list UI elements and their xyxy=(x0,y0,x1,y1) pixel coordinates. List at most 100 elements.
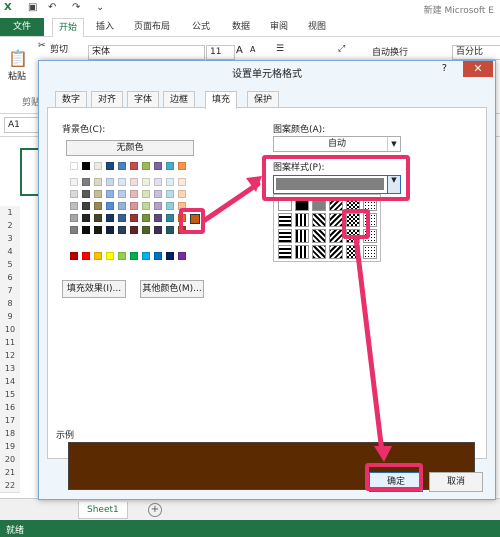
color-swatch[interactable] xyxy=(154,214,162,222)
align-top-icon[interactable]: ☰ xyxy=(276,44,284,54)
color-swatch[interactable] xyxy=(118,214,126,222)
help-icon[interactable]: ? xyxy=(442,63,447,74)
color-swatch[interactable] xyxy=(154,162,162,170)
color-swatch[interactable] xyxy=(130,178,138,186)
color-swatch[interactable] xyxy=(130,214,138,222)
color-swatch[interactable] xyxy=(70,178,78,186)
tab-border[interactable]: 边框 xyxy=(163,91,196,108)
row-number[interactable]: 11 xyxy=(0,336,20,350)
color-swatch[interactable] xyxy=(142,162,150,170)
pattern-swatch[interactable] xyxy=(329,229,343,243)
tab-view[interactable]: 视图 xyxy=(308,18,326,36)
cut-icon[interactable]: ✂ xyxy=(38,41,46,51)
color-swatch[interactable] xyxy=(70,162,78,170)
orientation-icon[interactable]: ⤢ xyxy=(338,44,345,54)
decrease-font-icon[interactable]: A xyxy=(250,45,255,54)
pattern-swatch[interactable] xyxy=(312,245,326,259)
row-number[interactable]: 17 xyxy=(0,414,20,428)
pattern-swatch[interactable] xyxy=(295,245,309,259)
standard-color-swatch[interactable] xyxy=(70,252,78,260)
row-number[interactable]: 14 xyxy=(0,375,20,389)
increase-font-icon[interactable]: A xyxy=(236,45,243,56)
row-number[interactable]: 1 xyxy=(0,206,20,220)
color-swatch[interactable] xyxy=(82,178,90,186)
color-swatch[interactable] xyxy=(130,202,138,210)
color-swatch[interactable] xyxy=(154,202,162,210)
no-color-button[interactable]: 无颜色 xyxy=(66,140,194,156)
color-swatch[interactable] xyxy=(130,190,138,198)
color-swatch[interactable] xyxy=(118,190,126,198)
color-swatch[interactable] xyxy=(106,190,114,198)
color-swatch[interactable] xyxy=(94,190,102,198)
tab-formulas[interactable]: 公式 xyxy=(192,18,210,36)
color-swatch[interactable] xyxy=(118,226,126,234)
tab-insert[interactable]: 插入 xyxy=(96,18,114,36)
row-number[interactable]: 18 xyxy=(0,427,20,441)
standard-color-swatch[interactable] xyxy=(142,252,150,260)
tab-fill[interactable]: 填充 xyxy=(205,91,238,109)
paste-label[interactable]: 粘贴 xyxy=(8,69,26,82)
tab-data[interactable]: 数据 xyxy=(232,18,250,36)
color-swatch[interactable] xyxy=(94,202,102,210)
row-number[interactable]: 7 xyxy=(0,284,20,298)
pattern-swatch[interactable] xyxy=(346,245,360,259)
pattern-swatch[interactable] xyxy=(278,245,292,259)
paste-icon[interactable]: 📋 xyxy=(8,49,28,68)
standard-color-swatch[interactable] xyxy=(166,252,174,260)
color-swatch[interactable] xyxy=(82,162,90,170)
color-swatch[interactable] xyxy=(118,162,126,170)
row-number[interactable]: 19 xyxy=(0,440,20,454)
color-swatch[interactable] xyxy=(166,226,174,234)
wrap-text-button[interactable]: 自动换行 xyxy=(372,45,408,58)
color-swatch[interactable] xyxy=(178,162,186,170)
color-swatch[interactable] xyxy=(154,190,162,198)
pattern-swatch[interactable] xyxy=(329,245,343,259)
tab-number[interactable]: 数字 xyxy=(55,91,88,108)
color-swatch[interactable] xyxy=(94,162,102,170)
color-swatch[interactable] xyxy=(154,226,162,234)
color-swatch[interactable] xyxy=(142,178,150,186)
redo-icon[interactable]: ↷ xyxy=(72,2,80,13)
color-swatch[interactable] xyxy=(70,190,78,198)
fill-effects-button[interactable]: 填充效果(I)... xyxy=(62,280,126,298)
color-swatch[interactable] xyxy=(166,190,174,198)
color-swatch[interactable] xyxy=(106,202,114,210)
color-swatch[interactable] xyxy=(142,226,150,234)
font-name-select[interactable]: 宋体 xyxy=(88,45,205,60)
row-number[interactable]: 6 xyxy=(0,271,20,285)
standard-color-swatch[interactable] xyxy=(118,252,126,260)
tab-review[interactable]: 审阅 xyxy=(270,18,288,36)
color-swatch[interactable] xyxy=(142,190,150,198)
pattern-swatch[interactable] xyxy=(329,213,343,227)
color-swatch[interactable] xyxy=(166,162,174,170)
color-swatch[interactable] xyxy=(94,226,102,234)
row-number[interactable]: 2 xyxy=(0,219,20,233)
pattern-swatch[interactable] xyxy=(312,229,326,243)
color-swatch[interactable] xyxy=(166,214,174,222)
pattern-swatch[interactable] xyxy=(278,213,292,227)
row-number[interactable]: 16 xyxy=(0,401,20,415)
cancel-button[interactable]: 取消 xyxy=(429,472,483,492)
row-number[interactable]: 15 xyxy=(0,388,20,402)
row-number[interactable]: 3 xyxy=(0,232,20,246)
save-icon[interactable]: ▣ xyxy=(28,2,37,13)
color-swatch[interactable] xyxy=(130,226,138,234)
tab-font[interactable]: 字体 xyxy=(127,91,160,108)
color-swatch[interactable] xyxy=(94,178,102,186)
row-number[interactable]: 12 xyxy=(0,349,20,363)
pattern-swatch[interactable] xyxy=(278,229,292,243)
color-swatch[interactable] xyxy=(178,190,186,198)
color-swatch[interactable] xyxy=(130,162,138,170)
row-number[interactable]: 10 xyxy=(0,323,20,337)
row-number[interactable]: 21 xyxy=(0,466,20,480)
tab-page-layout[interactable]: 页面布局 xyxy=(134,18,170,36)
tab-home[interactable]: 开始 xyxy=(52,18,85,37)
color-swatch[interactable] xyxy=(106,226,114,234)
color-swatch[interactable] xyxy=(70,226,78,234)
row-number[interactable]: 13 xyxy=(0,362,20,376)
row-number[interactable]: 22 xyxy=(0,479,20,493)
pattern-swatch[interactable] xyxy=(312,213,326,227)
standard-color-swatch[interactable] xyxy=(178,252,186,260)
sheet-tab[interactable]: Sheet1 xyxy=(78,502,128,519)
color-swatch[interactable] xyxy=(70,202,78,210)
